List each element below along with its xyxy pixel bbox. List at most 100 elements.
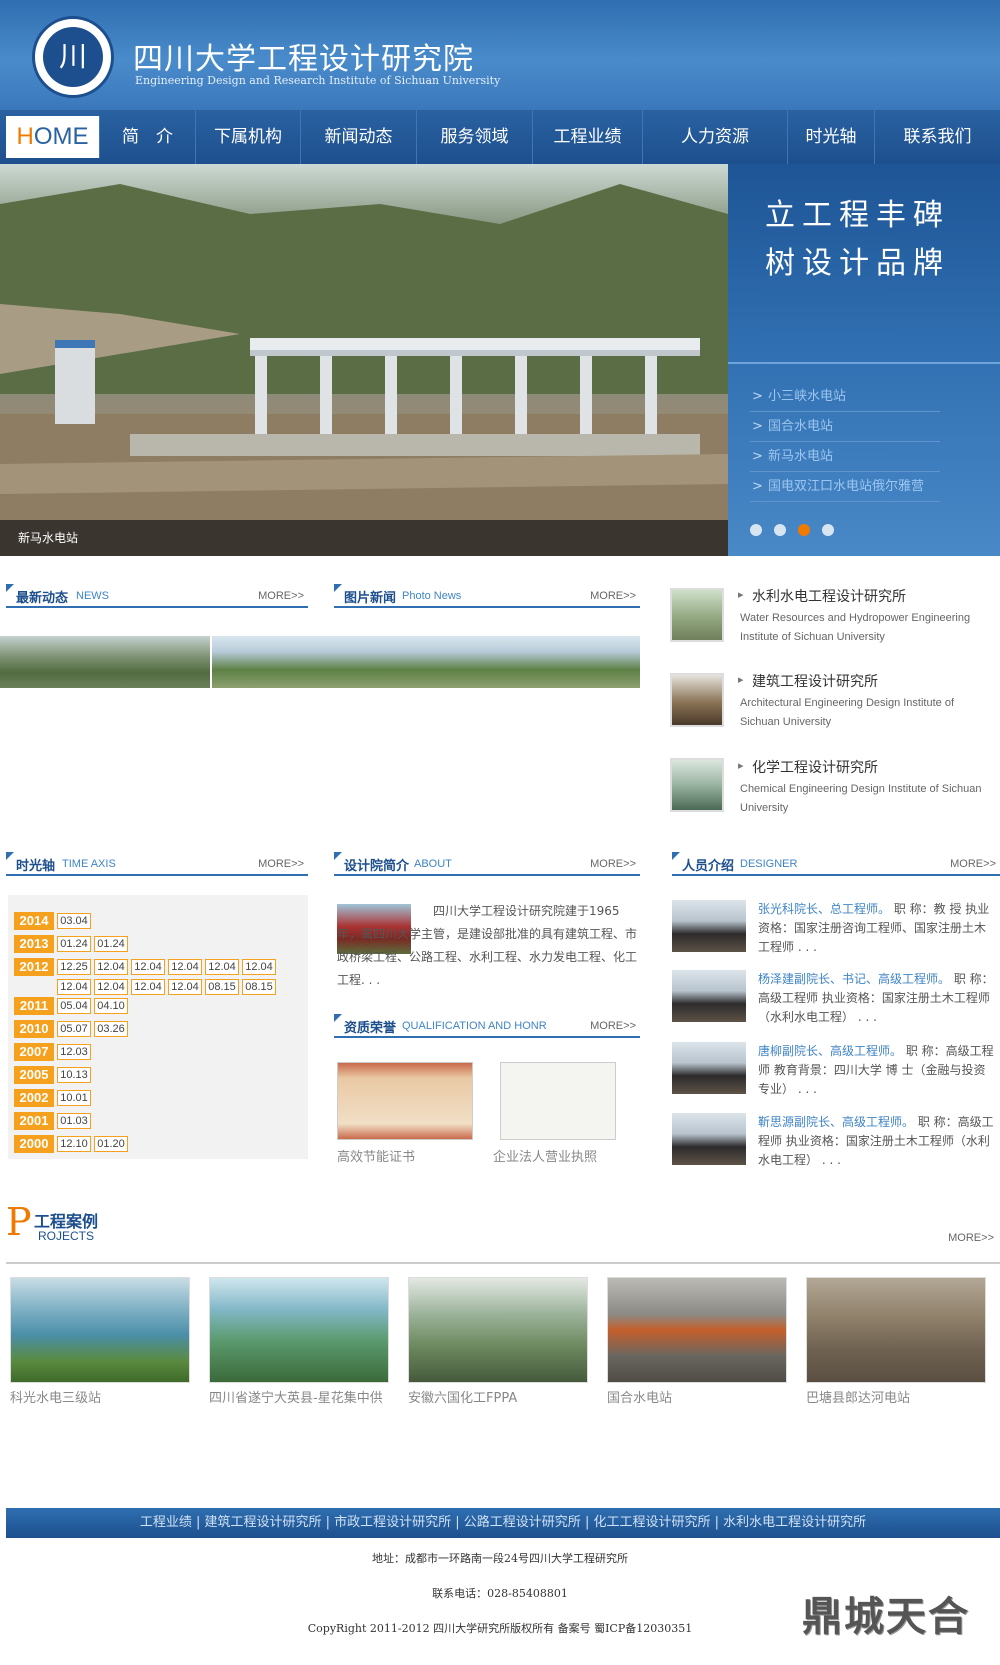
project-image-3[interactable] [607, 1277, 787, 1383]
designer-photo-1[interactable] [672, 970, 746, 1022]
photo-news-image[interactable] [212, 636, 640, 688]
projects-title-en: ROJECTS [38, 1229, 95, 1243]
timeline-date[interactable]: 12.04 [168, 979, 202, 995]
project-caption-4[interactable]: 巴塘县郎达河电站 [806, 1390, 986, 1407]
slide-dot-1[interactable] [750, 524, 762, 536]
certificate-license[interactable] [500, 1062, 616, 1140]
timeline-year[interactable]: 2013 [14, 935, 54, 953]
banner-link-2[interactable]: 新马水电站 [750, 442, 940, 472]
slide-dot-3[interactable] [798, 524, 810, 536]
logo-emblem: 川 [43, 27, 103, 87]
timeline-date[interactable]: 08.15 [205, 979, 239, 995]
timeline-date[interactable]: 01.24 [94, 936, 128, 952]
timeline-year[interactable]: 2001 [14, 1112, 54, 1130]
project-image-0[interactable] [10, 1277, 190, 1383]
project-caption-1[interactable]: 四川省遂宁大英县-星花集中供 [209, 1390, 389, 1407]
timeline-date[interactable]: 12.25 [57, 959, 91, 975]
timeaxis-more[interactable]: MORE>> [258, 858, 304, 870]
timeline-date[interactable]: 12.04 [94, 959, 128, 975]
designer-more[interactable]: MORE>> [950, 858, 996, 870]
designer-name-3[interactable]: 靳思源副院长、高级工程师。 [758, 1115, 914, 1129]
designer-name-0[interactable]: 张光科院长、总工程师。 [758, 902, 890, 916]
news-title-en: NEWS [76, 590, 109, 602]
institute-title-0[interactable]: 水利水电工程设计研究所 [738, 586, 906, 606]
nav-about[interactable]: 简 介 [100, 110, 196, 164]
news-image[interactable] [0, 636, 210, 688]
banner-link-1[interactable]: 国合水电站 [750, 412, 940, 442]
slide-dot-2[interactable] [774, 524, 786, 536]
banner-photo[interactable] [0, 164, 728, 556]
timeline-date[interactable]: 04.10 [94, 998, 128, 1014]
certificate-energy[interactable] [337, 1062, 473, 1140]
banner-link-3[interactable]: 国电双江口水电站俄尔雅营 [750, 472, 940, 502]
timeline-date[interactable]: 12.04 [131, 979, 165, 995]
nav-news[interactable]: 新闻动态 [301, 110, 417, 164]
institute-thumb-2[interactable] [670, 758, 724, 812]
timeline-date[interactable]: 01.24 [57, 936, 91, 952]
designer-name-1[interactable]: 杨泽建副院长、书记、高级工程师。 [758, 972, 950, 986]
timeline-date[interactable]: 12.04 [57, 979, 91, 995]
timeline-date[interactable]: 10.01 [57, 1090, 91, 1106]
timeline-year[interactable]: 2000 [14, 1135, 54, 1153]
timeline-date[interactable]: 05.07 [57, 1021, 91, 1037]
project-image-4[interactable] [806, 1277, 986, 1383]
timeline-date[interactable]: 03.04 [57, 913, 91, 929]
timeline-date[interactable]: 03.26 [94, 1021, 128, 1037]
timeline-date[interactable]: 10.13 [57, 1067, 91, 1083]
designer-photo-0[interactable] [672, 900, 746, 952]
timeline-year[interactable]: 2011 [14, 997, 54, 1015]
news-more[interactable]: MORE>> [258, 590, 304, 602]
certificate-license-caption[interactable]: 企业法人营业执照 [493, 1146, 597, 1165]
certificate-energy-caption[interactable]: 高效节能证书 [337, 1146, 415, 1165]
nav-hr[interactable]: 人力资源 [643, 110, 788, 164]
projects-more[interactable]: MORE>> [948, 1232, 994, 1244]
timeline-date[interactable]: 12.04 [131, 959, 165, 975]
photo-news-more[interactable]: MORE>> [590, 590, 636, 602]
nav-timeline[interactable]: 时光轴 [788, 110, 875, 164]
university-logo[interactable]: 川 [32, 16, 114, 98]
timeline-date[interactable]: 01.20 [94, 1136, 128, 1152]
nav-branches[interactable]: 下属机构 [196, 110, 301, 164]
designer-photo-2[interactable] [672, 1042, 746, 1094]
timeline-date[interactable]: 12.04 [168, 959, 202, 975]
timeline-year[interactable]: 2014 [14, 912, 54, 930]
slide-dot-4[interactable] [822, 524, 834, 536]
timeline-date[interactable]: 12.04 [242, 959, 276, 975]
timeaxis-title-en: TIME AXIS [62, 858, 116, 870]
designer-photo-3[interactable] [672, 1113, 746, 1165]
footer-company-logo[interactable]: 鼎城天合 [802, 1584, 970, 1642]
timeline-year[interactable]: 2002 [14, 1089, 54, 1107]
timeline-year[interactable]: 2012 [14, 958, 54, 976]
project-caption-0[interactable]: 科光水电三级站 [10, 1390, 190, 1407]
footer-nav[interactable]: 工程业绩 | 建筑工程设计研究所 | 市政工程设计研究所 | 公路工程设计研究所… [6, 1508, 1000, 1538]
project-image-2[interactable] [408, 1277, 588, 1383]
nav-contact[interactable]: 联系我们 [875, 110, 1000, 164]
timeline-date[interactable]: 12.04 [205, 959, 239, 975]
institute-desc-1: Architectural Engineering Design Institu… [740, 697, 955, 728]
site-subtitle: Engineering Design and Research Institut… [135, 74, 501, 87]
timeline-year[interactable]: 2005 [14, 1066, 54, 1084]
institute-thumb-1[interactable] [670, 673, 724, 727]
about-more[interactable]: MORE>> [590, 858, 636, 870]
nav-projects[interactable]: 工程业绩 [533, 110, 643, 164]
nav-home[interactable]: HOME [6, 116, 100, 158]
timeline-date[interactable]: 05.04 [57, 998, 91, 1014]
institute-title-1[interactable]: 建筑工程设计研究所 [738, 671, 878, 691]
timeline-year[interactable]: 2010 [14, 1020, 54, 1038]
project-image-1[interactable] [209, 1277, 389, 1383]
timeline-date[interactable]: 12.03 [57, 1044, 91, 1060]
institute-title-2[interactable]: 化学工程设计研究所 [738, 757, 878, 777]
timeline-year[interactable]: 2007 [14, 1043, 54, 1061]
institute-thumb-0[interactable] [670, 588, 724, 642]
nav-services[interactable]: 服务领域 [417, 110, 533, 164]
designer-name-2[interactable]: 唐柳副院长、高级工程师。 [758, 1044, 902, 1058]
honor-more[interactable]: MORE>> [590, 1020, 636, 1032]
project-caption-3[interactable]: 国合水电站 [607, 1390, 787, 1407]
timeline-date[interactable]: 01.03 [57, 1113, 91, 1129]
timeline-date[interactable]: 12.04 [94, 979, 128, 995]
banner-link-0[interactable]: 小三峡水电站 [750, 382, 940, 412]
timeline-date[interactable]: 08.15 [242, 979, 276, 995]
project-caption-2[interactable]: 安徽六国化工FPPA [408, 1390, 588, 1407]
photo-news-title: 图片新闻 [344, 591, 397, 606]
timeline-date[interactable]: 12.10 [57, 1136, 91, 1152]
